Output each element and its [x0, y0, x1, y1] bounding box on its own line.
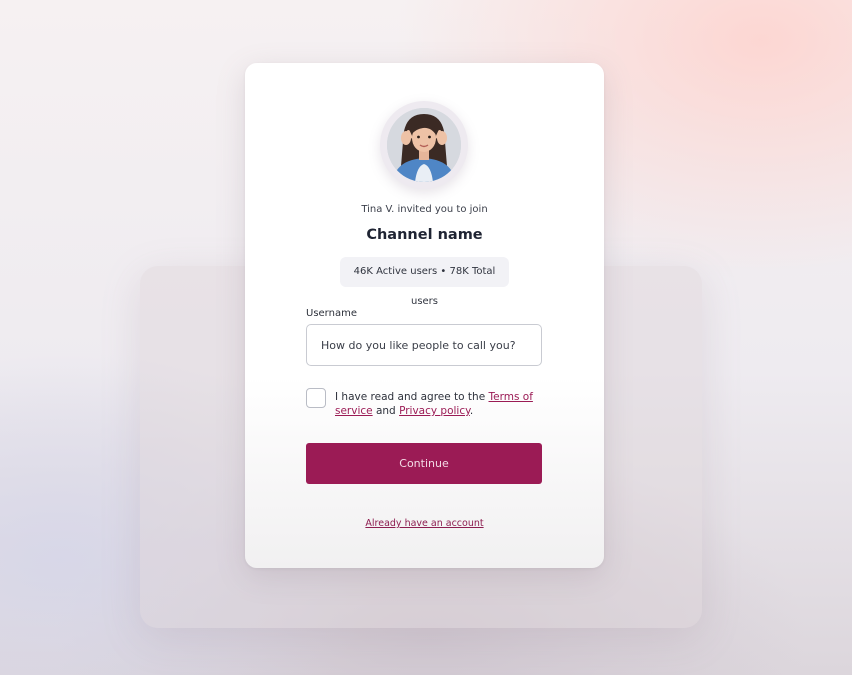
agree-prefix: I have read and agree to the	[335, 391, 489, 403]
already-have-account-link[interactable]: Already have an account	[365, 518, 483, 529]
channel-stats-badge: 46K Active users • 78K Total users	[340, 257, 509, 307]
user-avatar-photo-icon	[387, 108, 461, 182]
channel-title: Channel name	[366, 227, 483, 243]
invite-text: Tina V. invited you to join	[361, 204, 488, 215]
agree-suffix: .	[469, 405, 474, 417]
invite-card: Tina V. invited you to join Channel name…	[245, 63, 604, 568]
agree-text: I have read and agree to the Terms of se…	[335, 390, 550, 418]
privacy-policy-link[interactable]: Privacy policy	[399, 405, 470, 417]
agree-middle: and	[372, 405, 400, 417]
username-input[interactable]	[306, 324, 542, 366]
agree-checkbox[interactable]	[306, 388, 326, 408]
inviter-avatar	[387, 108, 461, 182]
username-label: Username	[306, 308, 357, 319]
continue-button[interactable]: Continue	[306, 443, 542, 484]
account-link-wrapper: Already have an account	[245, 518, 604, 529]
avatar-frame	[380, 101, 468, 189]
